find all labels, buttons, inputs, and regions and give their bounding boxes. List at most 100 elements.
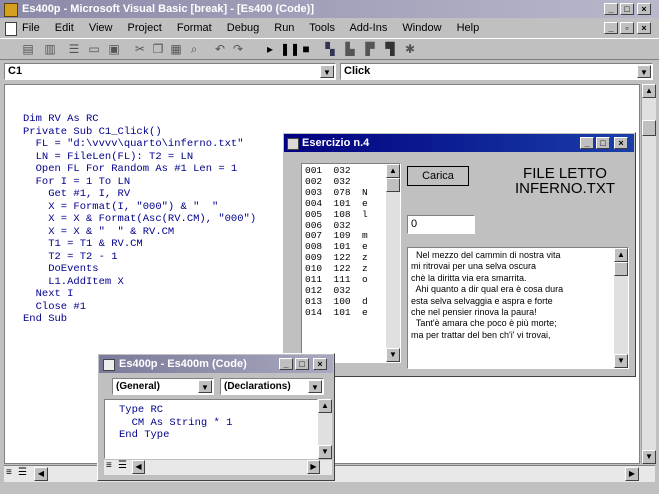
scroll-down-arrow[interactable]: ▼ <box>614 354 628 368</box>
redo-icon[interactable]: ↷ <box>230 41 246 57</box>
code-text[interactable]: Dim RV As RC Private Sub C1_Click() FL = … <box>23 113 256 326</box>
module-title-bar: Es400p - Es400m (Code) _ □ × <box>99 355 333 373</box>
module-icon <box>103 359 115 371</box>
char-code-list[interactable]: 001 032 002 032 003 078 N 004 101 e 005 108 … <box>301 163 401 363</box>
poem-textbox[interactable]: Nel mezzo del cammin di nostra vita mi ri… <box>407 247 629 369</box>
poem-line: Ahi quanto a dir qual era è cosa dura <box>411 284 564 295</box>
counter-textbox[interactable]: 0 <box>407 215 475 234</box>
poem-line: ma per trattar del ben ch'i' vi trovai, <box>411 329 551 340</box>
full-module-view-icon[interactable]: ☰ <box>18 467 27 478</box>
module-vertical-scrollbar[interactable]: ▲ ▼ <box>318 399 332 459</box>
undo-icon[interactable]: ↶ <box>212 41 228 57</box>
scroll-down-arrow[interactable]: ▼ <box>642 450 656 464</box>
close-button[interactable]: × <box>637 3 651 15</box>
code-line: Dim RV As RC <box>23 113 99 125</box>
hscroll-right-arrow[interactable]: ▶ <box>307 460 320 474</box>
menu-edit[interactable]: Edit <box>55 22 74 34</box>
code-combos-row: C1 ▼ Click ▼ <box>0 60 659 82</box>
stop-icon[interactable]: ■ <box>298 41 314 57</box>
menu-debug[interactable]: Debug <box>227 22 259 34</box>
child-restore-button[interactable]: ▫ <box>620 22 634 34</box>
scroll-down-arrow[interactable]: ▼ <box>318 445 332 459</box>
break-icon[interactable]: ❚❚ <box>280 41 300 57</box>
object-browser-icon[interactable]: ▜ <box>382 41 398 57</box>
chevron-down-icon[interactable]: ▼ <box>308 380 322 393</box>
code-line: DoEvents <box>23 263 99 275</box>
find-icon[interactable]: ⌕ <box>186 41 202 57</box>
scroll-thumb[interactable] <box>642 120 656 136</box>
hscroll-left-arrow[interactable]: ◀ <box>132 460 145 474</box>
maximize-button[interactable]: □ <box>620 3 634 15</box>
object-combo[interactable]: C1 ▼ <box>4 63 336 80</box>
hscroll-right-arrow[interactable]: ▶ <box>625 467 639 481</box>
add-project-icon[interactable]: ▤ <box>20 41 36 57</box>
list-scrollbar[interactable]: ▲ ▼ <box>386 164 400 362</box>
form-maximize-button[interactable]: □ <box>596 137 610 149</box>
scroll-thumb[interactable] <box>386 178 400 192</box>
form-close-button[interactable]: × <box>614 137 628 149</box>
minimize-button[interactable]: _ <box>604 3 618 15</box>
module-minimize-button[interactable]: _ <box>279 358 293 370</box>
scroll-thumb[interactable] <box>614 262 628 276</box>
code-line: Close #1 <box>23 300 87 313</box>
code-line: Get #1, I, RV <box>23 188 131 200</box>
menu-run[interactable]: Run <box>274 22 294 34</box>
hscroll-left-arrow[interactable]: ◀ <box>34 467 48 481</box>
scroll-up-arrow[interactable]: ▲ <box>614 248 628 262</box>
run-icon[interactable]: ▸ <box>262 41 278 57</box>
form-title-bar: Esercizio n.4 _ □ × <box>284 134 634 152</box>
code-line: Private Sub C1_Click() <box>23 125 162 138</box>
code-line: End Type <box>119 429 170 441</box>
code-line: Next I <box>23 288 74 300</box>
open-icon[interactable]: ▭ <box>86 41 102 57</box>
menu-format[interactable]: Format <box>177 22 212 34</box>
menu-view[interactable]: View <box>89 22 113 34</box>
save-icon[interactable]: ▣ <box>106 41 122 57</box>
file-heading-line2: INFERNO.TXT <box>515 180 615 197</box>
project-explorer-icon[interactable]: ▚ <box>322 41 338 57</box>
poem-scrollbar[interactable]: ▲ ▼ <box>614 248 628 368</box>
menu-editor-icon[interactable]: ☰ <box>66 41 82 57</box>
chevron-down-icon[interactable]: ▼ <box>637 65 651 78</box>
procedure-view-icon[interactable]: ≡ <box>106 460 112 471</box>
full-module-view-icon[interactable]: ☰ <box>118 460 127 471</box>
scroll-up-arrow[interactable]: ▲ <box>642 84 656 98</box>
doc-icon <box>5 22 17 36</box>
poem-text[interactable]: Nel mezzo del cammin di nostra vita mi ri… <box>411 250 563 341</box>
module-close-button[interactable]: × <box>313 358 327 370</box>
cut-icon[interactable]: ✂ <box>132 41 148 57</box>
child-minimize-button[interactable]: _ <box>604 22 618 34</box>
load-button[interactable]: Carica <box>407 166 469 186</box>
chevron-down-icon[interactable]: ▼ <box>320 65 334 78</box>
procedure-combo[interactable]: Click ▼ <box>340 63 653 80</box>
menu-project[interactable]: Project <box>128 22 162 34</box>
chevron-down-icon[interactable]: ▼ <box>198 380 212 393</box>
poem-line: chè la diritta via era smarrita. <box>411 272 527 283</box>
menu-addins[interactable]: Add-Ins <box>349 22 387 34</box>
copy-icon[interactable]: ❐ <box>150 41 166 57</box>
module-code-editor[interactable]: Type RC CM As String * 1 End Type <box>104 399 318 459</box>
scroll-up-arrow[interactable]: ▲ <box>386 164 400 178</box>
scroll-up-arrow[interactable]: ▲ <box>318 399 332 413</box>
form-title: Esercizio n.4 <box>302 137 370 149</box>
add-form-icon[interactable]: ▥ <box>42 41 58 57</box>
procedure-view-icon[interactable]: ≡ <box>6 467 12 478</box>
code-line: T1 = T1 & RV.CM <box>23 238 143 250</box>
properties-icon[interactable]: ▙ <box>342 41 358 57</box>
paste-icon[interactable]: ▦ <box>168 41 184 57</box>
form-minimize-button[interactable]: _ <box>580 137 594 149</box>
child-close-button[interactable]: × <box>637 22 651 34</box>
module-procedure-combo[interactable]: (Declarations) ▼ <box>220 378 324 395</box>
menu-tools[interactable]: Tools <box>309 22 335 34</box>
form-layout-icon[interactable]: ▛ <box>362 41 378 57</box>
menu-help[interactable]: Help <box>457 22 480 34</box>
char-code-list-items[interactable]: 001 032 002 032 003 078 N 004 101 e 005 108 … <box>305 165 368 319</box>
scroll-down-arrow[interactable]: ▼ <box>386 348 400 362</box>
code-vertical-scrollbar[interactable]: ▲ ▼ <box>641 84 656 464</box>
module-code-text[interactable]: Type RC CM As String * 1 End Type <box>119 404 232 442</box>
menu-file[interactable]: File <box>22 22 40 34</box>
module-object-combo[interactable]: (General) ▼ <box>112 378 214 395</box>
menu-window[interactable]: Window <box>402 22 441 34</box>
toolbox-icon[interactable]: ✱ <box>402 41 418 57</box>
module-maximize-button[interactable]: □ <box>295 358 309 370</box>
